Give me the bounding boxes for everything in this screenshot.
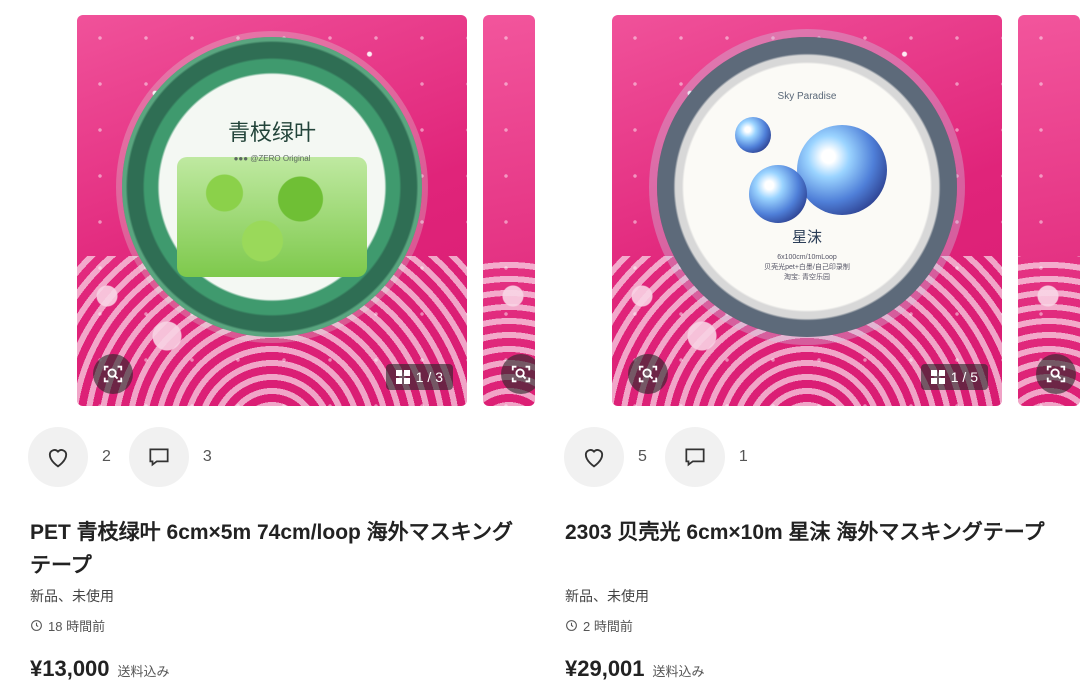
like-count: 5 <box>638 448 647 465</box>
tape-spec: 6x100cm/10mLoop 贝壳光pet+白墨/自己印录制 淘宝: 青空乐园 <box>764 253 850 283</box>
bubble-art <box>749 165 807 224</box>
image-search-icon <box>638 365 658 383</box>
image-search-icon <box>103 365 123 383</box>
tape-name: 星沫 <box>791 229 823 247</box>
product-condition: 新品、未使用 <box>565 588 649 604</box>
image-counter-badge: 1 / 5 <box>920 364 988 390</box>
next-image-preview[interactable] <box>483 15 535 406</box>
price: ¥29,001 <box>565 656 645 681</box>
tape-leaves-art <box>177 157 367 278</box>
like-count: 2 <box>102 448 111 465</box>
bubble-art <box>735 117 771 154</box>
posted-time: 2 時間前 <box>565 616 633 635</box>
price-row: ¥29,001 送料込み <box>565 656 705 682</box>
heart-icon <box>584 449 604 468</box>
image-search-button[interactable] <box>628 354 668 394</box>
grid-icon <box>395 370 410 384</box>
action-row: 2 3 <box>28 427 230 487</box>
comment-button[interactable] <box>664 427 725 487</box>
image-search-button[interactable] <box>501 354 535 394</box>
tape-shop: 淘宝: 青空乐园 <box>784 274 830 282</box>
posted-time: 18 時間前 <box>30 616 105 635</box>
tape-roll: 青枝绿叶 ●●● @ZERO Original <box>122 37 422 338</box>
posted-time-text: 2 時間前 <box>583 619 633 634</box>
comment-icon <box>149 448 169 467</box>
tape-brand: ●●● @ZERO Original <box>233 154 311 164</box>
clock-icon <box>566 620 577 631</box>
image-counter: 1 / 5 <box>950 369 978 385</box>
image-search-icon <box>1046 365 1066 383</box>
heart-icon <box>48 449 68 468</box>
tape-label: Sky Paradise <box>777 91 837 103</box>
image-search-button[interactable] <box>1036 354 1076 394</box>
image-search-button[interactable] <box>93 354 133 394</box>
shipping-label: 送料込み <box>652 664 705 679</box>
product-card[interactable]: Sky Paradise 星沫 6x100cm/10mLoop 贝壳光pet+白… <box>536 0 1080 693</box>
bubble-art <box>797 125 887 216</box>
clock-icon <box>31 620 42 631</box>
price: ¥13,000 <box>30 656 110 681</box>
image-counter-badge: 1 / 3 <box>385 364 453 390</box>
posted-time-text: 18 時間前 <box>48 619 106 634</box>
comment-count: 3 <box>202 448 212 465</box>
tape-spec-line: 6x100cm/10mLoop <box>777 254 837 262</box>
tape-roll: Sky Paradise 星沫 6x100cm/10mLoop 贝壳光pet+白… <box>657 37 957 338</box>
product-card[interactable]: 青枝绿叶 ●●● @ZERO Original 1 / 3 2 3 PET 青枝… <box>0 0 535 693</box>
image-search-icon <box>511 365 531 383</box>
shipping-label: 送料込み <box>117 664 170 679</box>
comment-button[interactable] <box>128 427 189 487</box>
tape-label: 青枝绿叶 <box>227 121 317 147</box>
next-image-preview[interactable] <box>1018 15 1080 406</box>
tape-spec-line: 贝壳光pet+白墨/自己印录制 <box>764 264 850 272</box>
comment-count: 1 <box>738 448 748 465</box>
grid-icon <box>930 370 945 384</box>
like-button[interactable] <box>564 427 624 487</box>
product-image[interactable]: Sky Paradise 星沫 6x100cm/10mLoop 贝壳光pet+白… <box>612 15 1002 406</box>
product-title[interactable]: PET 青枝绿叶 6cm×5m 74cm/loop 海外マスキングテープ <box>30 516 530 582</box>
price-row: ¥13,000 送料込み <box>30 656 170 682</box>
product-image[interactable]: 青枝绿叶 ●●● @ZERO Original 1 / 3 <box>77 15 467 406</box>
image-counter: 1 / 3 <box>415 369 443 385</box>
product-condition: 新品、未使用 <box>30 588 114 604</box>
comment-icon <box>685 448 705 467</box>
action-row: 5 1 <box>564 427 766 487</box>
like-button[interactable] <box>28 427 88 487</box>
product-title[interactable]: 2303 贝壳光 6cm×10m 星沫 海外マスキングテープ <box>565 516 1065 549</box>
